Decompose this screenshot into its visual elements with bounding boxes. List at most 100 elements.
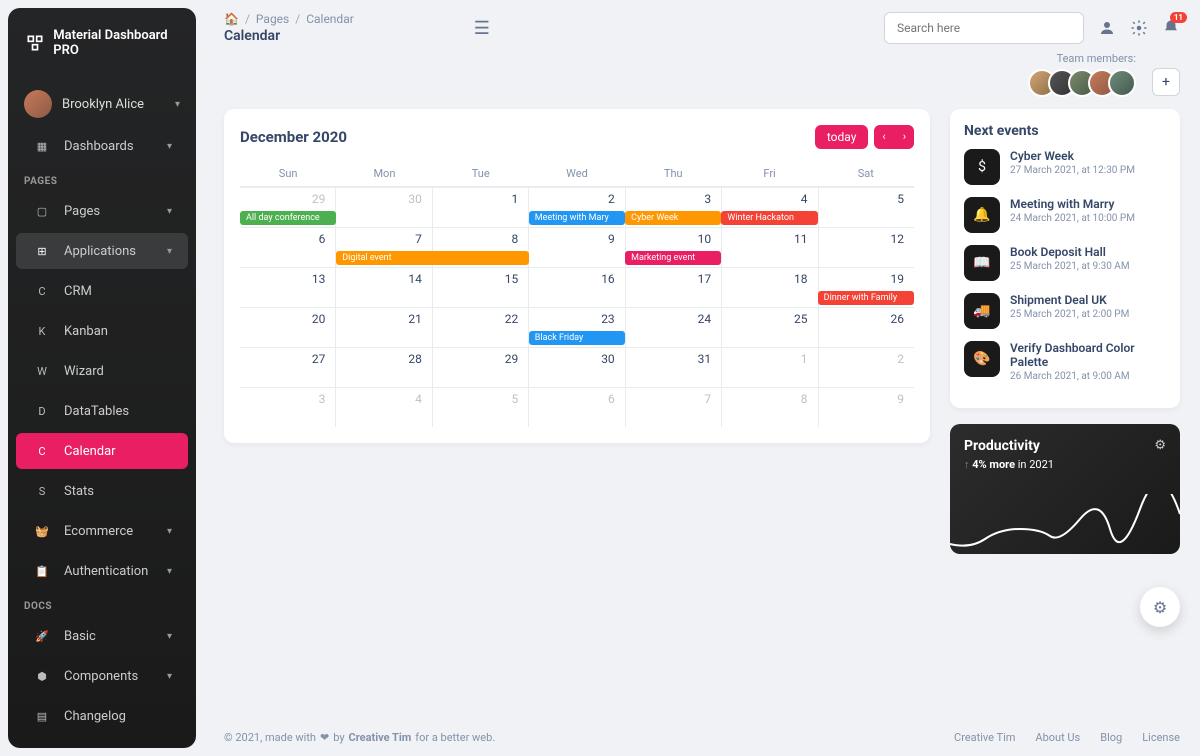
event-item[interactable]: 🚚 Shipment Deal UK 25 March 2021, at 2:0…	[964, 293, 1166, 329]
topbar: 🏠 / Pages / Calendar Calendar ☰ 11	[224, 12, 1180, 44]
calendar-cell[interactable]: 2	[818, 348, 914, 387]
calendar-cell[interactable]: 4	[335, 388, 431, 427]
sidebar-item-components[interactable]: ⬢ Components ▾	[16, 658, 188, 694]
chevron-down-icon: ▾	[167, 631, 172, 642]
calendar-event[interactable]: Cyber Week	[625, 211, 721, 225]
calendar-event[interactable]: Digital event	[336, 251, 529, 265]
calendar-cell[interactable]: 15	[432, 268, 528, 307]
search-input[interactable]	[884, 12, 1084, 44]
prev-button[interactable]: ‹	[874, 125, 893, 149]
menu-icon[interactable]: ☰	[474, 18, 490, 39]
sidebar-item-pages[interactable]: ▢ Pages ▾	[16, 193, 188, 229]
next-button[interactable]: ›	[895, 125, 914, 149]
add-button[interactable]: +	[1152, 68, 1180, 96]
footer-link[interactable]: Blog	[1100, 731, 1122, 744]
calendar-cell[interactable]: 18	[721, 268, 817, 307]
gear-icon[interactable]	[1130, 19, 1148, 37]
calendar-cell[interactable]: 20	[240, 308, 335, 347]
calendar-cell[interactable]: 14	[335, 268, 431, 307]
calendar-cell[interactable]: 31	[625, 348, 721, 387]
brand[interactable]: Material Dashboard PRO	[8, 20, 196, 66]
calendar-cell[interactable]: 8	[721, 388, 817, 427]
sidebar-item-stats[interactable]: S Stats	[16, 473, 188, 509]
calendar-cell[interactable]: 1	[721, 348, 817, 387]
gear-icon[interactable]: ⚙	[1154, 438, 1166, 453]
event-item[interactable]: $ Cyber Week 27 March 2021, at 12:30 PM	[964, 149, 1166, 185]
calendar-event[interactable]: Black Friday	[529, 331, 625, 345]
calendar-cell[interactable]: 6	[240, 228, 335, 267]
event-date: 24 March 2021, at 10:00 PM	[1010, 213, 1135, 224]
calendar-cell[interactable]: 5	[432, 388, 528, 427]
calendar-cell[interactable]: 21	[335, 308, 431, 347]
breadcrumb-pages[interactable]: Pages	[256, 12, 289, 26]
sidebar-item-dashboards[interactable]: ▦ Dashboards ▾	[16, 128, 188, 164]
calendar-cell[interactable]: 7	[625, 388, 721, 427]
sidebar-item-wizard[interactable]: W Wizard	[16, 353, 188, 389]
calendar-cell[interactable]: 1	[432, 188, 528, 227]
sidebar-item-datatables[interactable]: D DataTables	[16, 393, 188, 429]
calendar-cell[interactable]: 30	[335, 188, 431, 227]
footer-link[interactable]: Creative Tim	[954, 731, 1015, 744]
calendar-cell[interactable]: 26	[818, 308, 914, 347]
home-icon[interactable]: 🏠	[224, 12, 239, 26]
components-icon: ⬢	[32, 666, 52, 686]
chevron-down-icon: ▾	[167, 671, 172, 682]
sidebar-item-ecommerce[interactable]: 🧺 Ecommerce ▾	[16, 513, 188, 549]
calendar-grid: SunMonTueWedThuFriSat293012345All day co…	[240, 161, 914, 427]
day-header: Tue	[433, 161, 529, 187]
event-item[interactable]: 🔔 Meeting with Marry 24 March 2021, at 1…	[964, 197, 1166, 233]
team-avatar[interactable]	[1108, 69, 1136, 97]
calendar-cell[interactable]: 28	[335, 348, 431, 387]
today-button[interactable]: today	[815, 125, 869, 149]
team-avatars	[1036, 69, 1136, 97]
sidebar-item-applications[interactable]: ⊞ Applications ▾	[16, 233, 188, 269]
calendar-cell[interactable]: 3	[240, 388, 335, 427]
calendar-event[interactable]: All day conference	[240, 211, 336, 225]
calendar-event[interactable]: Marketing event	[625, 251, 721, 265]
user-avatar	[24, 90, 52, 118]
calendar-cell[interactable]: 9	[528, 228, 624, 267]
footer-link[interactable]: License	[1142, 731, 1180, 744]
calendar-cell[interactable]: 30	[528, 348, 624, 387]
sidebar-item-calendar[interactable]: C Calendar	[16, 433, 188, 469]
sidebar-item-changelog[interactable]: ▤ Changelog	[16, 698, 188, 734]
chevron-down-icon: ▾	[167, 566, 172, 577]
calendar-cell[interactable]: 22	[432, 308, 528, 347]
calendar-event[interactable]: Meeting with Mary	[529, 211, 625, 225]
breadcrumb-calendar: Calendar	[306, 12, 354, 26]
sidebar-item-basic[interactable]: 🚀 Basic ▾	[16, 618, 188, 654]
calendar-cell[interactable]: 16	[528, 268, 624, 307]
event-item[interactable]: 🎨 Verify Dashboard Color Palette 26 Marc…	[964, 341, 1166, 382]
calendar-cell[interactable]: 11	[721, 228, 817, 267]
bell-icon[interactable]: 11	[1162, 19, 1180, 37]
settings-fab[interactable]: ⚙	[1140, 587, 1180, 627]
calendar-cell[interactable]: 24	[625, 308, 721, 347]
calendar-cell[interactable]: 6	[528, 388, 624, 427]
team-label: Team members:	[1057, 52, 1136, 65]
sidebar-user[interactable]: Brooklyn Alice ▾	[8, 82, 196, 126]
calendar-event[interactable]: Winter Hackaton	[721, 211, 817, 225]
account-icon[interactable]	[1098, 19, 1116, 37]
changelog-icon: ▤	[32, 706, 52, 726]
day-header: Fri	[721, 161, 817, 187]
calendar-cell[interactable]: 12	[818, 228, 914, 267]
calendar-cell[interactable]: 5	[818, 188, 914, 227]
notification-badge: 11	[1170, 12, 1187, 23]
calendar-cell[interactable]: 13	[240, 268, 335, 307]
calendar-cell[interactable]: 29	[432, 348, 528, 387]
sidebar-item-kanban[interactable]: K Kanban	[16, 313, 188, 349]
event-date: 26 March 2021, at 9:00 AM	[1010, 371, 1166, 382]
day-header: Sat	[818, 161, 914, 187]
dashboards-icon: ▦	[32, 136, 52, 156]
calendar-cell[interactable]: 25	[721, 308, 817, 347]
footer-link[interactable]: About Us	[1035, 731, 1080, 744]
calendar-cell[interactable]: 17	[625, 268, 721, 307]
calendar-event[interactable]: Dinner with Family	[818, 291, 914, 305]
sidebar-item-crm[interactable]: C CRM	[16, 273, 188, 309]
calendar-cell[interactable]: 9	[818, 388, 914, 427]
chevron-down-icon: ▾	[167, 246, 172, 257]
event-item[interactable]: 📖 Book Deposit Hall 25 March 2021, at 9:…	[964, 245, 1166, 281]
sidebar-item-auth[interactable]: 📋 Authentication ▾	[16, 553, 188, 589]
footer-author[interactable]: Creative Tim	[349, 731, 412, 744]
calendar-cell[interactable]: 27	[240, 348, 335, 387]
